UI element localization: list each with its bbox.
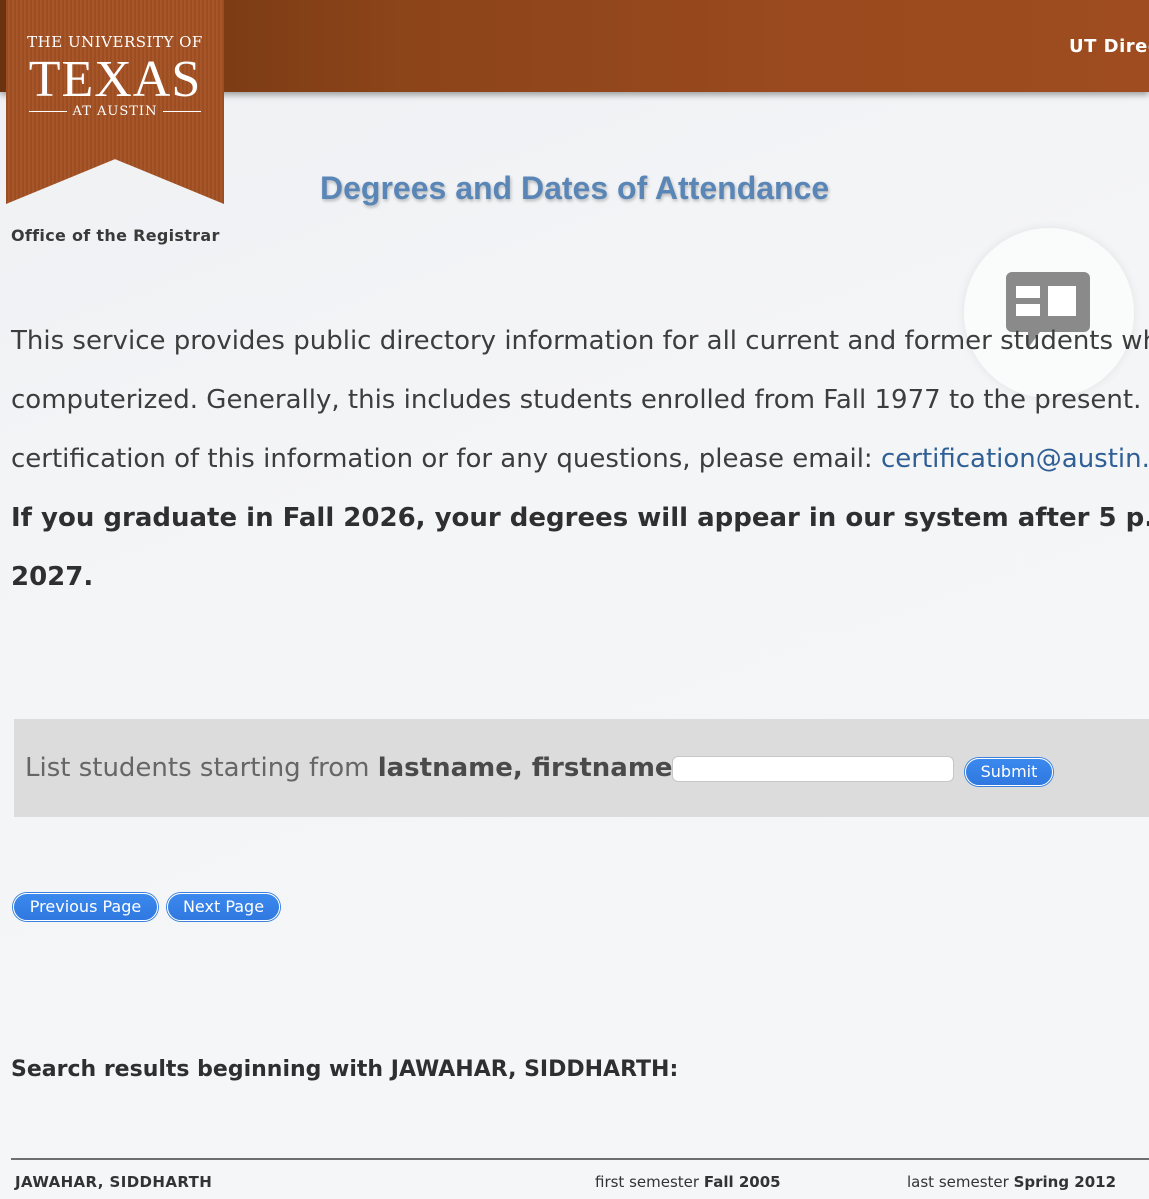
- name-search-input[interactable]: [672, 756, 954, 782]
- page-title: Degrees and Dates of Attendance: [320, 170, 830, 206]
- next-page-button[interactable]: Next Page: [167, 893, 280, 921]
- search-label-prefix: List students starting from: [25, 753, 378, 783]
- first-semester-label: first semester: [595, 1173, 704, 1191]
- office-label: Office of the Registrar: [11, 226, 220, 245]
- student-name: JAWAHAR, SIDDHARTH: [15, 1173, 213, 1191]
- page: UT Direc THE UNIVERSITY OF TEXAS AT AUST…: [0, 0, 1149, 1199]
- search-form: List students starting from lastname, fi…: [14, 719, 1149, 817]
- results-divider: [11, 1158, 1149, 1160]
- intro-line-2: computerized. Generally, this includes s…: [11, 385, 1149, 415]
- last-semester-value: Spring 2012: [1013, 1173, 1117, 1191]
- first-semester-value: Fall 2005: [703, 1173, 781, 1191]
- previous-page-button[interactable]: Previous Page: [13, 893, 158, 921]
- intro-line-1: This service provides public directory i…: [11, 326, 1149, 356]
- logo-line-texas: TEXAS: [28, 51, 202, 108]
- search-label: List students starting from lastname, fi…: [25, 753, 673, 783]
- last-semester-label: last semester: [907, 1173, 1014, 1191]
- table-row: JAWAHAR, SIDDHARTH first semester Fall 2…: [0, 1173, 1149, 1195]
- search-label-format: lastname, firstname: [377, 753, 673, 783]
- intro-text: This service provides public directory i…: [11, 312, 1149, 607]
- graduation-notice-2: 2027.: [11, 562, 94, 592]
- results-heading: Search results beginning with JAWAHAR, S…: [11, 1057, 679, 1082]
- intro-line-3-text: certification of this information or for…: [11, 444, 881, 474]
- logo-line-austin: AT AUSTIN: [6, 104, 224, 119]
- logo-line-university: THE UNIVERSITY OF: [27, 33, 203, 51]
- certification-email-link[interactable]: certification@austin.u: [881, 444, 1149, 474]
- ut-directory-link[interactable]: UT Direc: [1069, 36, 1149, 57]
- last-semester: last semester Spring 2012: [907, 1173, 1116, 1191]
- ut-austin-logo[interactable]: THE UNIVERSITY OF TEXAS AT AUSTIN: [6, 0, 224, 204]
- intro-line-3: certification of this information or for…: [11, 430, 1149, 489]
- graduation-notice-1: If you graduate in Fall 2026, your degre…: [11, 503, 1149, 533]
- submit-button[interactable]: Submit: [965, 758, 1053, 786]
- first-semester: first semester Fall 2005: [595, 1173, 781, 1191]
